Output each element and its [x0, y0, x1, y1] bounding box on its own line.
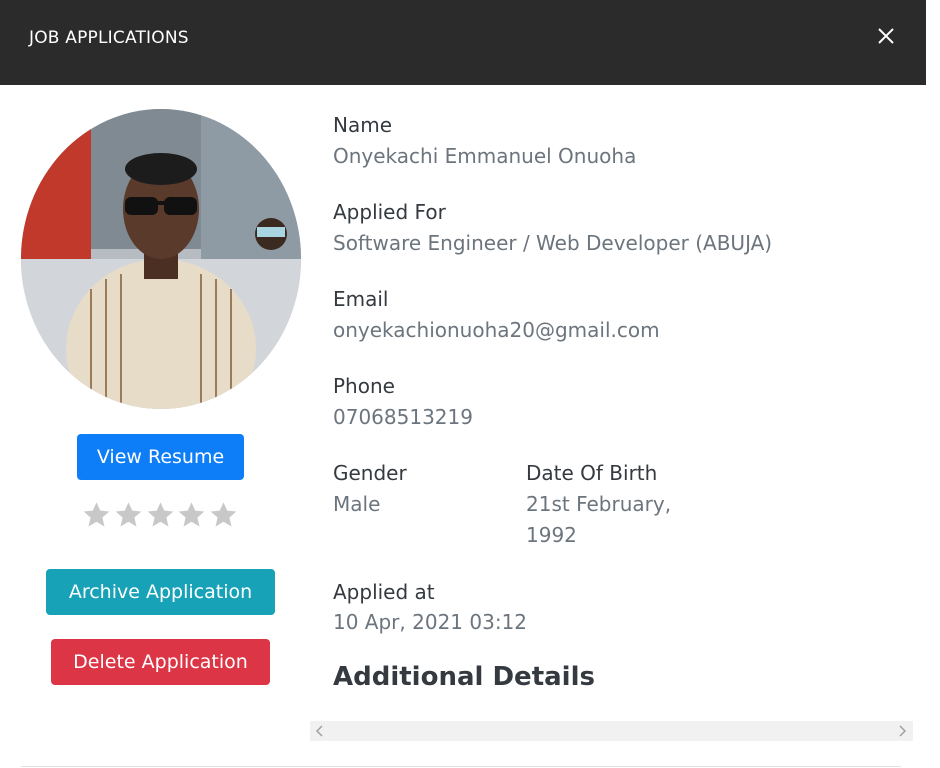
footer-divider	[21, 766, 901, 767]
additional-details-heading: Additional Details	[333, 662, 595, 692]
archive-application-button[interactable]: Archive Application	[46, 569, 275, 615]
rating-stars	[82, 500, 238, 534]
name-label: Name	[333, 113, 393, 137]
horizontal-scrollbar[interactable]	[310, 721, 913, 741]
chevron-right-icon[interactable]	[897, 725, 907, 737]
applied-for-value: Software Engineer / Web Developer (ABUJA…	[333, 231, 773, 255]
close-button[interactable]	[874, 24, 898, 48]
applied-at-value: 10 Apr, 2021 03:12	[333, 610, 528, 634]
star-icon[interactable]	[82, 500, 111, 530]
job-application-modal: JOB APPLICATIONS View Resume Archive App…	[0, 0, 926, 768]
applicant-photo	[21, 109, 301, 409]
email-value: onyekachionuoha20@gmail.com	[333, 318, 660, 342]
modal-header: JOB APPLICATIONS	[0, 0, 926, 85]
star-icon[interactable]	[209, 500, 238, 530]
chevron-left-icon[interactable]	[315, 725, 325, 737]
star-icon[interactable]	[146, 500, 175, 530]
phone-value: 07068513219	[333, 405, 473, 429]
delete-application-button[interactable]: Delete Application	[51, 639, 270, 685]
dob-label: Date Of Birth	[526, 461, 658, 485]
close-icon	[878, 28, 894, 44]
star-icon[interactable]	[177, 500, 206, 530]
applied-for-label: Applied For	[333, 200, 446, 224]
gender-value: Male	[333, 492, 381, 516]
dob-value: 21st February, 1992	[526, 492, 672, 547]
view-resume-button[interactable]: View Resume	[77, 434, 244, 480]
name-value: Onyekachi Emmanuel Onuoha	[333, 144, 637, 168]
modal-title: JOB APPLICATIONS	[29, 28, 189, 48]
phone-label: Phone	[333, 374, 395, 398]
applied-at-label: Applied at	[333, 580, 435, 604]
star-icon[interactable]	[114, 500, 143, 530]
gender-label: Gender	[333, 461, 407, 485]
email-label: Email	[333, 287, 389, 311]
page-scrollbar[interactable]	[926, 0, 940, 768]
